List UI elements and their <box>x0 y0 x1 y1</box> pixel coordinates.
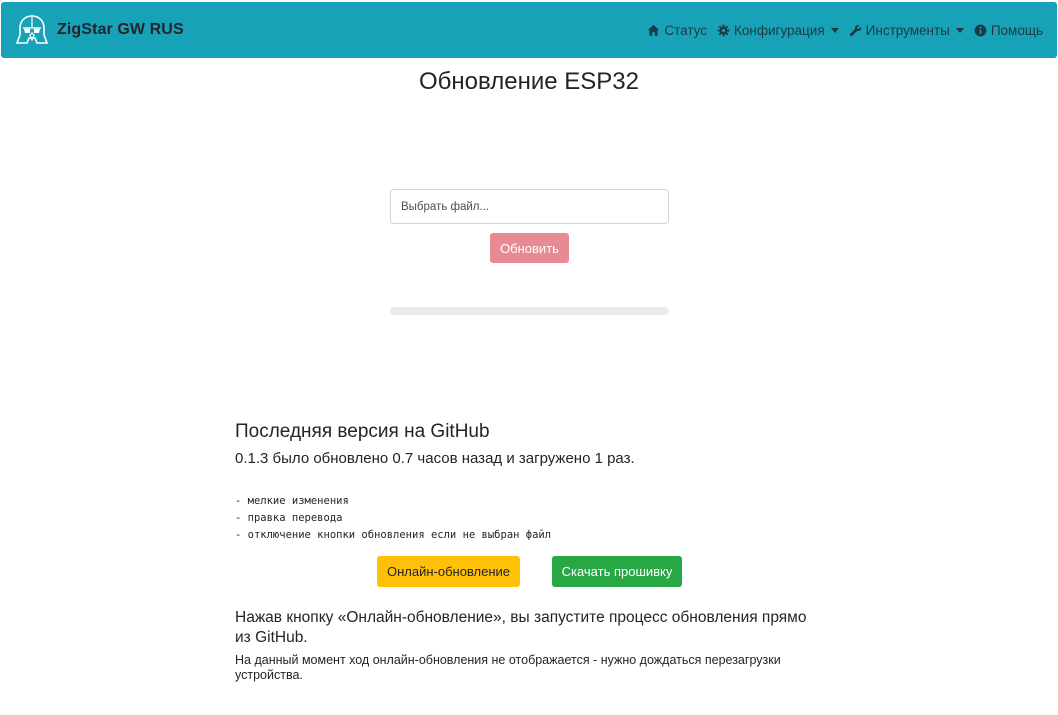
nav-item-label: Инструменты <box>865 22 950 38</box>
github-section-title: Последняя версия на GitHub <box>235 421 490 442</box>
nav-item-label: Помощь <box>990 22 1043 38</box>
nav-menu: Статус Конфигурация Инструменты Помощь <box>647 23 1043 38</box>
gear-icon <box>717 24 730 36</box>
nav-item-label: Статус <box>664 22 708 38</box>
brand[interactable]: ZigStar GW RUS <box>15 13 184 47</box>
page-title: Обновление ESP32 <box>419 68 639 95</box>
caret-down-icon <box>830 27 839 33</box>
changelog-line: - отключение кнопки обновления если не в… <box>235 529 552 541</box>
info-icon <box>974 24 987 36</box>
online-update-note-title: Нажав кнопку «Онлайн-обновление», вы зап… <box>235 609 807 646</box>
wrench-icon <box>849 24 861 36</box>
changelog: - мелкие изменения - правка перевода - о… <box>235 493 551 544</box>
file-input[interactable]: Выбрать файл... <box>390 189 669 224</box>
github-version-info: 0.1.3 было обновлено 0.7 часов назад и з… <box>235 450 635 467</box>
home-icon <box>648 24 660 36</box>
changelog-line: - мелкие изменения <box>235 495 349 507</box>
nav-item-label: Конфигурация <box>734 22 825 38</box>
changelog-line: - правка перевода <box>235 512 343 524</box>
update-button[interactable]: Обновить <box>490 233 569 263</box>
nav-item-status[interactable]: Статус <box>647 23 707 38</box>
nav-item-configuration[interactable]: Конфигурация <box>717 23 839 38</box>
nav-item-help[interactable]: Помощь <box>974 23 1043 38</box>
online-update-note-text: На данный момент ход онлайн-обновления н… <box>235 653 781 682</box>
vader-helmet-logo-icon <box>15 15 49 44</box>
download-firmware-button[interactable]: Скачать прошивку <box>552 556 682 587</box>
nav-item-tools[interactable]: Инструменты <box>849 23 964 38</box>
navbar: ZigStar GW RUS Статус Конфигурация Инстр… <box>1 2 1057 58</box>
caret-down-icon <box>955 27 964 33</box>
file-input-placeholder: Выбрать файл... <box>401 200 490 213</box>
upload-progress-bar <box>390 307 669 315</box>
brand-name: ZigStar GW RUS <box>57 21 184 38</box>
online-update-button[interactable]: Онлайн-обновление <box>377 556 520 587</box>
